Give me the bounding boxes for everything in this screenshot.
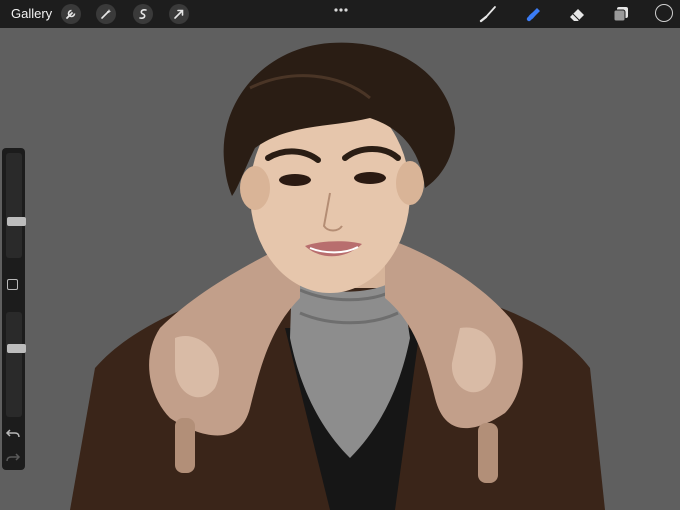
actions-button[interactable] — [61, 4, 81, 24]
magic-wand-icon — [101, 9, 112, 19]
color-picker-button[interactable] — [655, 4, 673, 22]
eraser-icon[interactable] — [566, 4, 588, 24]
more-dots-icon[interactable] — [333, 6, 349, 14]
undo-icon[interactable] — [5, 426, 21, 440]
smudge-icon[interactable] — [522, 4, 544, 24]
opacity-slider[interactable] — [6, 312, 26, 417]
transform-button[interactable] — [169, 4, 189, 24]
redo-icon[interactable] — [5, 450, 21, 464]
brush-size-thumb[interactable] — [7, 217, 26, 226]
square-modify-icon[interactable] — [7, 279, 18, 290]
left-sidebar — [2, 148, 26, 470]
adjustments-button[interactable] — [96, 4, 116, 24]
artwork-canvas[interactable] — [0, 28, 680, 510]
transform-arrow-icon — [174, 9, 184, 19]
brush-size-slider[interactable] — [6, 153, 26, 258]
layers-icon[interactable] — [610, 4, 632, 24]
opacity-thumb[interactable] — [7, 344, 26, 353]
wrench-icon — [66, 9, 76, 19]
top-toolbar: Gallery — [0, 0, 680, 28]
gallery-button[interactable]: Gallery — [11, 6, 52, 21]
selection-icon — [139, 9, 147, 19]
selection-button[interactable] — [133, 4, 153, 24]
brush-icon[interactable] — [477, 4, 499, 24]
